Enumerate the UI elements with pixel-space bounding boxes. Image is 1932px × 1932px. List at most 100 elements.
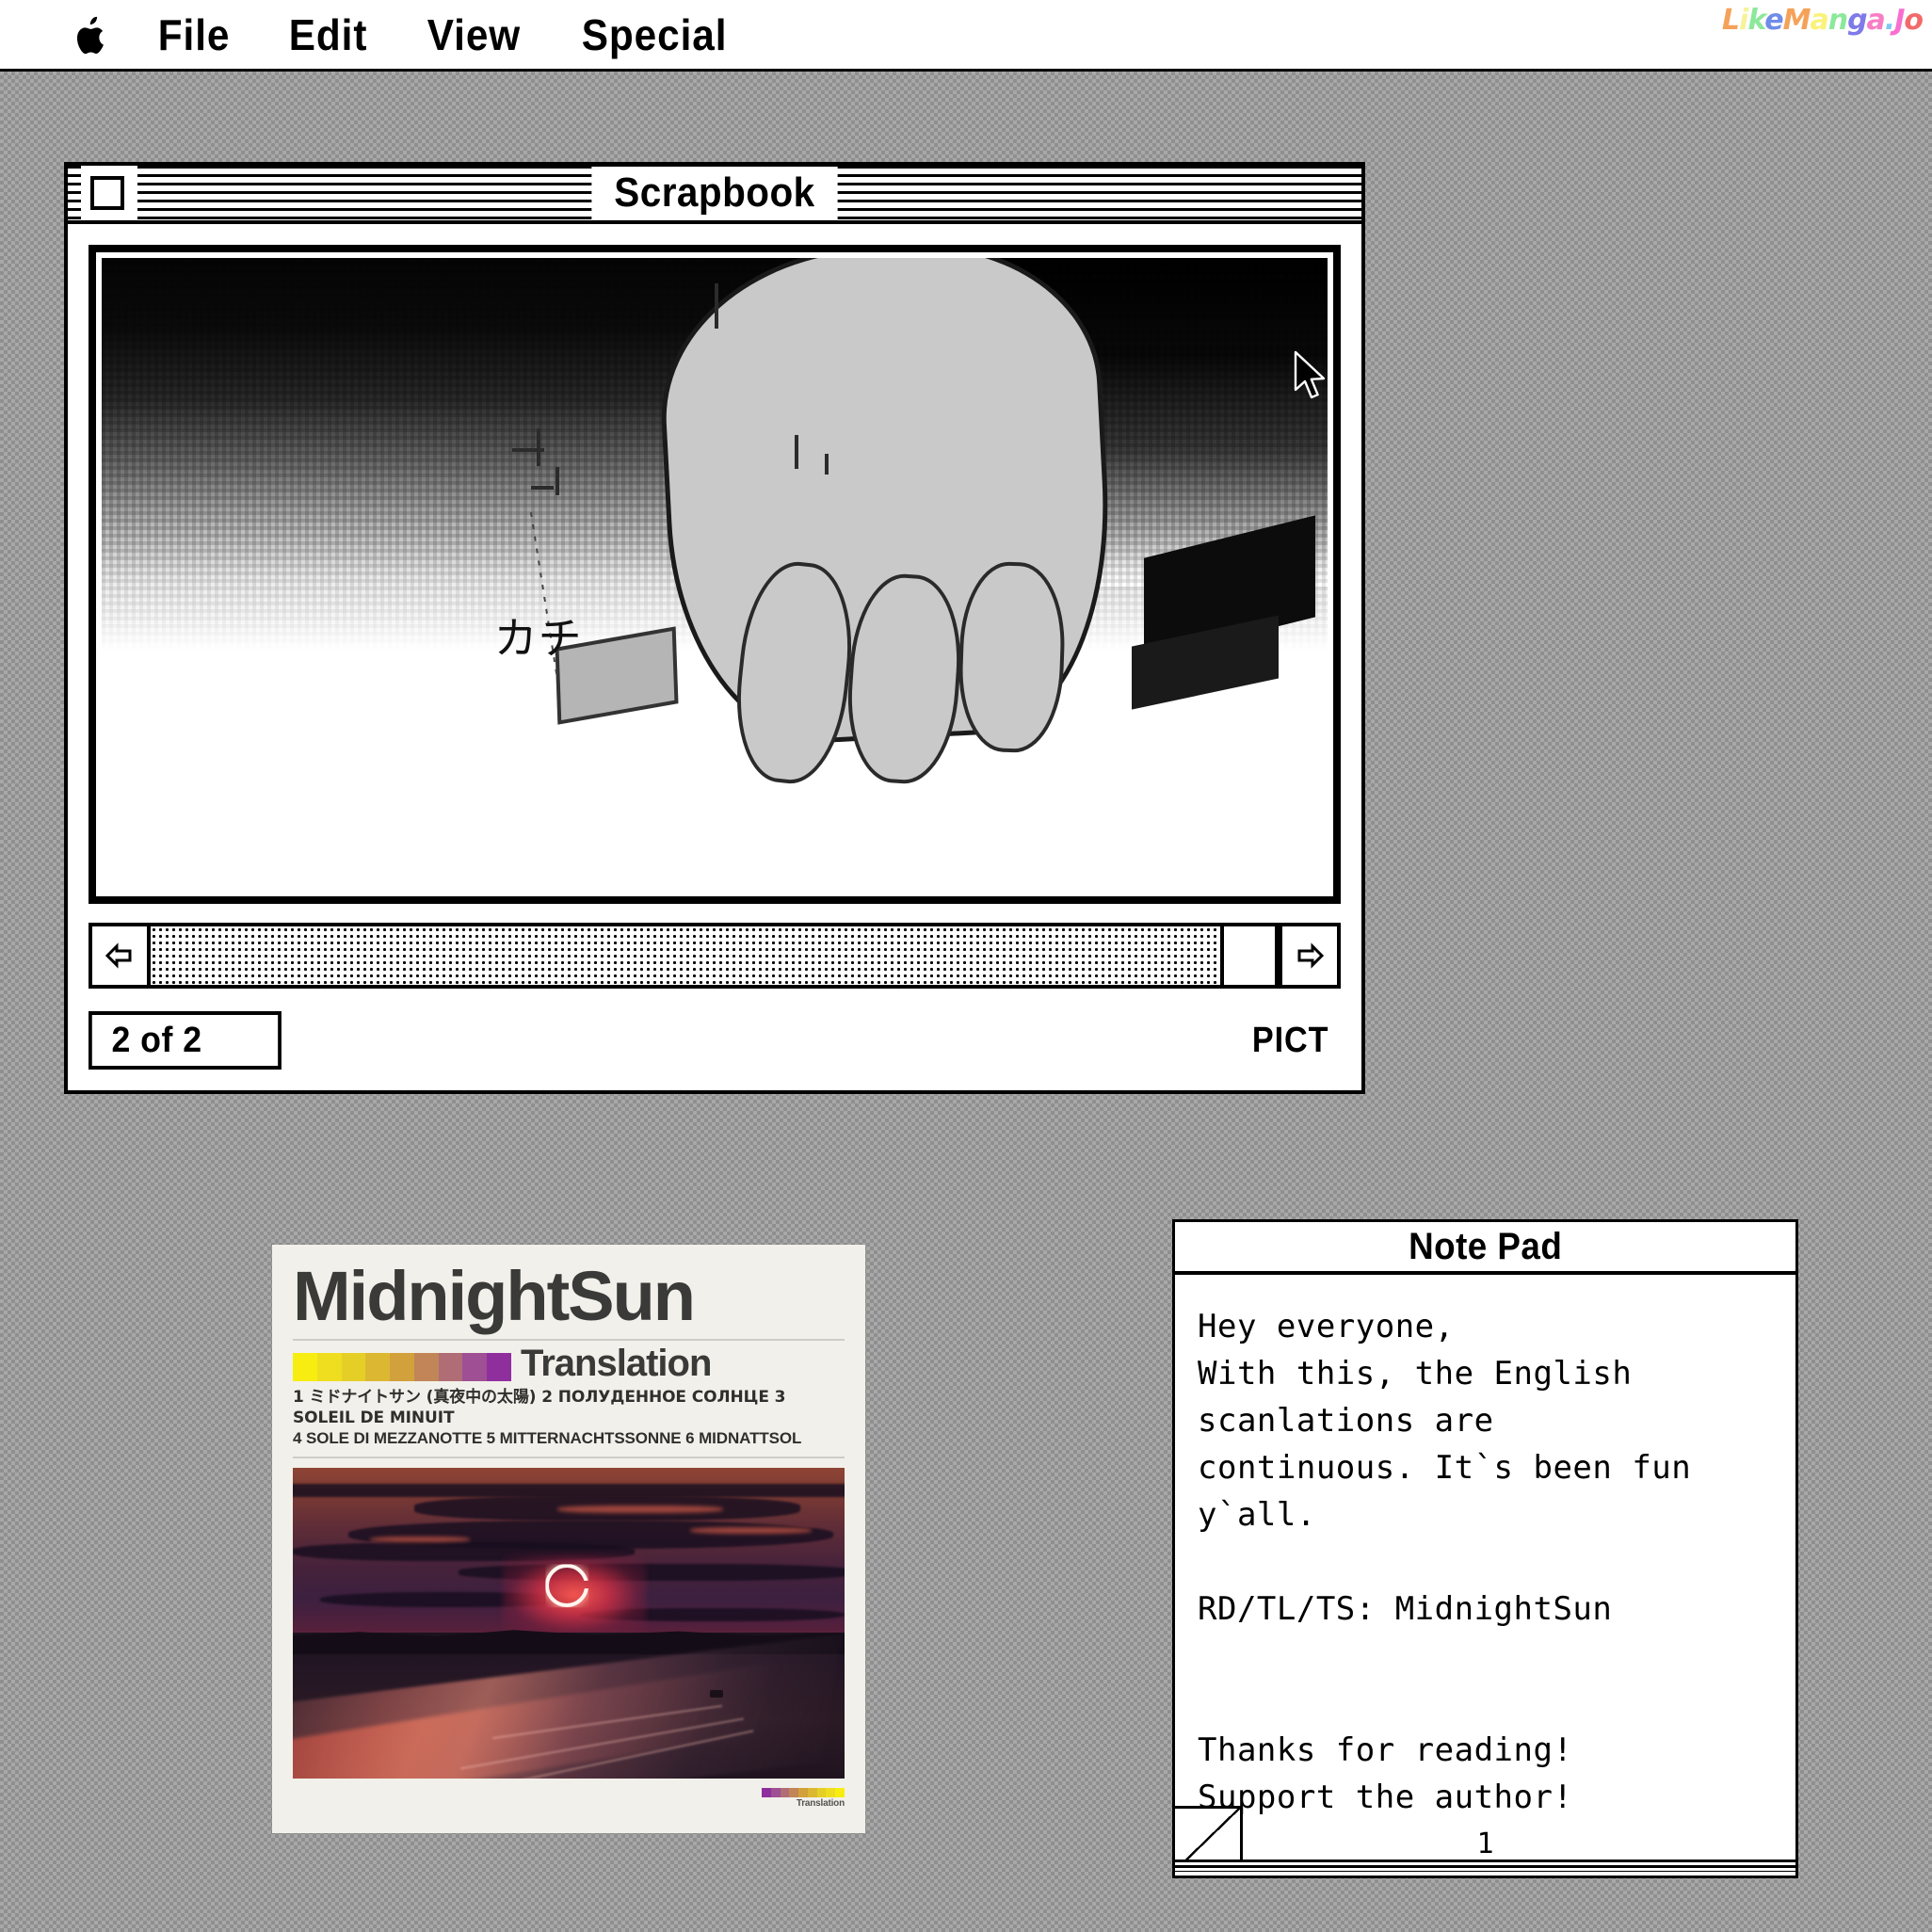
swatch-0 [293, 1352, 317, 1381]
manga-sparkle [715, 282, 718, 329]
watermark-letter-7: g [1847, 4, 1868, 37]
swatch-6 [438, 1352, 463, 1381]
apple-logo-icon [73, 12, 108, 57]
watermark-letter-10: J [1894, 4, 1905, 37]
artwork-vehicle [710, 1690, 724, 1699]
menu-bar: File Edit View Special LikeManga.Jo [0, 0, 1932, 72]
manga-sparkle [512, 447, 545, 452]
card-divider [293, 1339, 845, 1341]
midnightsun-credits-card: MidnightSun Translation 1 ミドナイトサン (真夜中の太… [272, 1245, 865, 1833]
notepad-line-7 [1198, 1633, 1780, 1680]
scroll-left-arrow-icon[interactable] [92, 926, 151, 985]
swatch-1 [316, 1352, 342, 1381]
watermark-letter-6: n [1827, 4, 1848, 37]
scrapbook-title-text: Scrapbook [591, 167, 838, 219]
artwork-cloud-highlight [689, 1526, 812, 1534]
close-box[interactable] [90, 176, 124, 210]
watermark-letter-8: a [1866, 4, 1886, 37]
mini-swatch-0 [762, 1788, 771, 1798]
watermark-letter-4: M [1782, 4, 1811, 37]
mini-swatch-4 [798, 1788, 808, 1798]
watermark-letter-5: a [1810, 4, 1828, 37]
site-watermark: LikeManga.Jo [1721, 4, 1924, 37]
mini-swatch-7 [826, 1788, 836, 1798]
notepad-line-4: y`all. [1198, 1496, 1316, 1534]
scrapbook-pict-frame: カチ [89, 245, 1341, 904]
notepad-line-5 [1198, 1538, 1780, 1586]
artwork-cloud-highlight [370, 1536, 470, 1542]
notepad-text[interactable]: Hey everyone, With this, the English scanl… [1198, 1303, 1780, 1821]
menu-item-special[interactable]: Special [557, 2, 751, 68]
scrapbook-title: Scrapbook [68, 166, 1361, 220]
swatch-2 [341, 1352, 366, 1381]
watermark-letter-0: L [1721, 4, 1740, 37]
artwork-cloud-highlight [557, 1505, 724, 1513]
format-label: PICT [1252, 1020, 1329, 1060]
notepad-line-10: Support the author! [1198, 1779, 1573, 1816]
card-languages-line-1: 1 ミドナイトサン (真夜中の太陽) 2 ПОЛУДЕННОЕ СОЛНЦЕ 3… [293, 1387, 786, 1427]
notepad-bottom-rule [1175, 1860, 1795, 1872]
watermark-letter-2: k [1747, 4, 1765, 37]
card-title: MidnightSun [293, 1257, 696, 1335]
notepad-line-2: scanlations are [1198, 1402, 1494, 1440]
card-languages: 1 ミドナイトサン (真夜中の太陽) 2 ПОЛУДЕННОЕ СОЛНЦЕ 3… [293, 1388, 845, 1449]
apple-menu-button[interactable] [55, 12, 127, 57]
card-artwork [293, 1468, 845, 1779]
notepad-line-8 [1198, 1680, 1780, 1727]
notepad-body[interactable]: Hey everyone, With this, the English scanl… [1175, 1275, 1795, 1872]
swatch-8 [487, 1352, 512, 1381]
notepad-line-0: Hey everyone, [1198, 1308, 1455, 1345]
card-footer-swatches [762, 1788, 845, 1798]
scrapbook-window[interactable]: Scrapbook カチ 2 of 2 PICT [64, 162, 1365, 1094]
scrapbook-footer: 2 of 2 PICT [89, 1011, 1341, 1070]
swatch-7 [462, 1352, 488, 1381]
mini-swatch-5 [807, 1788, 817, 1798]
page-counter: 2 of 2 [89, 1011, 282, 1070]
scrollbar-track[interactable] [151, 926, 1279, 985]
manga-sparkle [825, 454, 829, 475]
swatch-4 [390, 1352, 414, 1381]
manga-kana-text: カチ [493, 613, 583, 665]
manga-artwork: カチ [102, 258, 1328, 891]
menu-bar-items: File Edit View Special [0, 2, 768, 68]
menu-item-edit[interactable]: Edit [265, 2, 392, 68]
card-languages-line-2: 4 SOLE DI MEZZANOTTE 5 MITTERNACHTSSONNE… [293, 1429, 802, 1448]
mini-swatch-6 [816, 1788, 827, 1798]
notepad-line-9: Thanks for reading! [1198, 1731, 1573, 1769]
scroll-right-arrow-icon[interactable] [1279, 926, 1337, 985]
watermark-letter-11: o [1904, 4, 1924, 37]
card-divider [293, 1457, 845, 1459]
watermark-letter-1: i [1739, 4, 1748, 37]
manga-finger [956, 559, 1068, 754]
card-translation-label: Translation [521, 1343, 712, 1384]
notepad-line-1: With this, the English [1198, 1355, 1633, 1393]
notepad-window[interactable]: Note Pad Hey everyone, With this, the Eng… [1172, 1219, 1798, 1878]
notepad-line-3: continuous. It`s been fun [1198, 1449, 1692, 1487]
menu-item-view[interactable]: View [403, 2, 545, 68]
scrapbook-pict-inner: カチ [102, 258, 1328, 891]
card-color-swatches [293, 1352, 512, 1381]
mini-swatch-1 [770, 1788, 781, 1798]
manga-sparkle [555, 466, 559, 495]
scrapbook-title-bar[interactable]: Scrapbook [68, 166, 1361, 224]
menu-item-file[interactable]: File [134, 2, 254, 68]
notepad-title-bar[interactable]: Note Pad [1175, 1222, 1795, 1275]
artwork-cloud [293, 1483, 845, 1497]
mini-swatch-2 [780, 1788, 790, 1798]
notepad-title-text: Note Pad [1408, 1225, 1563, 1267]
notepad-page-number: 1 [1476, 1827, 1494, 1860]
watermark-letter-3: e [1764, 4, 1783, 37]
swatch-5 [413, 1352, 439, 1381]
scrollbar-thumb[interactable] [1220, 926, 1279, 985]
swatch-3 [365, 1352, 391, 1381]
manga-sparkle [794, 435, 798, 470]
watermark-letter-9: . [1884, 4, 1895, 37]
notepad-line-6: RD/TL/TS: MidnightSun [1198, 1590, 1613, 1628]
horizontal-scrollbar[interactable] [89, 923, 1341, 989]
mini-swatch-3 [789, 1788, 799, 1798]
card-subtitle-row: Translation [293, 1343, 845, 1384]
mini-swatch-8 [835, 1788, 845, 1798]
card-footer-label: Translation [796, 1798, 845, 1810]
manga-sparkle [530, 485, 554, 490]
card-footer: Translation [293, 1788, 845, 1809]
